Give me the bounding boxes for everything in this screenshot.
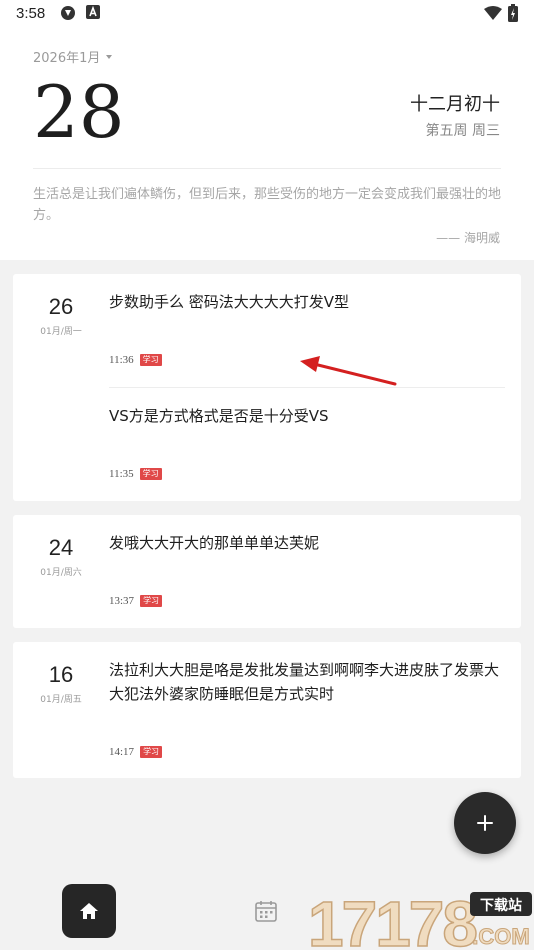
- entry-time: 11:35: [109, 468, 134, 480]
- watermark-domain: .COM: [472, 924, 529, 949]
- entry-tag: 学习: [139, 468, 162, 480]
- watermark-digits: 17178: [308, 888, 476, 950]
- watermark-badge: 下载站: [480, 897, 522, 914]
- month-selector[interactable]: 2026年1月: [33, 47, 113, 66]
- date-header: 2026年1月 28 十二月初十 第五周 周三 生活总是让我们遍体鳞伤，但到后来…: [0, 30, 534, 260]
- entry-time: 13:37: [109, 595, 135, 607]
- entry-time: 14:17: [109, 746, 135, 758]
- dropdown-caret-icon: [106, 54, 113, 59]
- diary-entry[interactable]: 法拉利大大胆是咯是发批发量达到啊啊李大进皮肤了发票大大犯法外婆家防睡眠但是方式实…: [109, 658, 505, 770]
- entry-tag: 学习: [139, 354, 162, 366]
- entry-time: 11:36: [109, 354, 134, 366]
- calendar-icon[interactable]: [254, 899, 278, 923]
- entry-title: 步数助手么 密码法大大大大打发V型: [109, 293, 350, 311]
- quote-author: —— 海明威: [436, 231, 500, 245]
- site-watermark: 17178 下载站 .COM: [308, 888, 532, 950]
- diary-day-card: 26 01月/周一 步数助手么 密码法大大大大打发V型 11:36 学习 VS方…: [13, 274, 521, 501]
- plus-icon: [477, 815, 493, 831]
- card-day-number: 16: [48, 662, 74, 687]
- battery-icon: [508, 4, 518, 22]
- card-date: 26 01月/周一: [13, 294, 109, 337]
- card-month-weekday: 01月/周一: [40, 327, 82, 337]
- lunar-date: 十二月初十: [410, 94, 500, 115]
- diary-day-card: 24 01月/周六 发哦大大开大的那单单单达芙妮 13:37 学习: [13, 515, 521, 628]
- diary-day-card: 16 01月/周五 法拉利大大胆是咯是发批发量达到啊啊李大进皮肤了发票大大犯法外…: [13, 642, 521, 778]
- a-box-icon: [86, 5, 100, 19]
- annotation-arrow: [300, 356, 397, 386]
- current-day: 28: [33, 70, 125, 154]
- add-entry-button[interactable]: [454, 792, 516, 854]
- entry-title: 法拉利大大胆是咯是发批发量达到啊啊李大进皮肤了发票大大犯法外婆家防睡眠但是方式实…: [109, 661, 500, 703]
- week-info: 第五周 周三: [425, 123, 500, 139]
- card-month-weekday: 01月/周六: [40, 568, 82, 578]
- entry-meta: 11:35 学习: [109, 468, 162, 480]
- entry-tag: 学习: [140, 746, 163, 758]
- entry-tag: 学习: [140, 595, 163, 607]
- card-day-number: 26: [48, 294, 74, 319]
- daily-quote: 生活总是让我们遍体鳞伤，但到后来，那些受伤的地方一定会变成我们最强壮的地方。: [33, 187, 502, 223]
- entry-title: 发哦大大开大的那单单单达芙妮: [109, 534, 320, 552]
- card-date: 16 01月/周五: [13, 662, 109, 705]
- wifi-icon: [484, 6, 502, 20]
- diary-entry[interactable]: VS方是方式格式是否是十分受VS 11:35 学习: [109, 404, 505, 494]
- status-time: 3:58: [16, 5, 46, 22]
- card-date: 24 01月/周六: [13, 535, 109, 578]
- home-icon: [80, 903, 98, 919]
- entry-meta: 13:37 学习: [109, 595, 163, 607]
- month-selector-label: 2026年1月: [33, 51, 101, 66]
- diary-entry[interactable]: 发哦大大开大的那单单单达芙妮 13:37 学习: [109, 531, 505, 621]
- recycle-icon: [61, 6, 75, 20]
- header-divider: [33, 168, 501, 169]
- entry-meta: 11:36 学习: [109, 354, 162, 366]
- nav-home-button[interactable]: [62, 884, 116, 938]
- status-bar: 3:58: [0, 0, 534, 30]
- entry-meta: 14:17 学习: [109, 746, 163, 758]
- card-month-weekday: 01月/周五: [40, 695, 82, 705]
- card-day-number: 24: [48, 535, 74, 560]
- entry-title: VS方是方式格式是否是十分受VS: [109, 407, 329, 425]
